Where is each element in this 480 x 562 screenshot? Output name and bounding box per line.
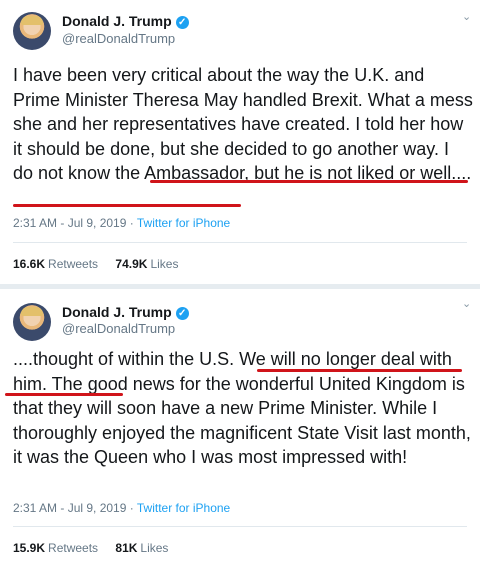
tweet-text: ....thought of within the U.S. We will n… (13, 349, 471, 467)
likes-stat[interactable]: 81K Likes (115, 541, 168, 555)
retweets-label: Retweets (48, 541, 99, 555)
author-name[interactable]: Donald J. Trump (62, 13, 172, 29)
timestamp[interactable]: 2:31 AM - Jul 9, 2019 · (13, 501, 137, 515)
retweets-label: Retweets (48, 257, 99, 271)
retweets-count: 15.9K (13, 541, 46, 555)
tweet-stats: 16.6K Retweets 74.9K Likes (13, 257, 192, 271)
tweet-stats: 15.9K Retweets 81K Likes (13, 541, 182, 555)
divider (13, 242, 467, 243)
verified-badge-icon: ✓ (175, 307, 189, 320)
red-underline (257, 369, 462, 372)
likes-stat[interactable]: 74.9K Likes (115, 257, 178, 271)
avatar[interactable] (13, 303, 51, 341)
tweet-2: Donald J. Trump ✓ @realDonaldTrump ⌄ ....… (0, 287, 480, 562)
author-handle[interactable]: @realDonaldTrump (62, 31, 175, 46)
verified-badge-icon: ✓ (175, 16, 189, 29)
author-name[interactable]: Donald J. Trump (62, 304, 172, 320)
retweets-stat[interactable]: 16.6K Retweets (13, 257, 98, 271)
tweet-1: Donald J. Trump ✓ @realDonaldTrump ⌄ I ha… (0, 0, 480, 285)
timestamp[interactable]: 2:31 AM - Jul 9, 2019 · (13, 216, 137, 230)
likes-count: 74.9K (115, 257, 148, 271)
likes-label: Likes (150, 257, 179, 271)
chevron-down-icon[interactable]: ⌄ (462, 10, 471, 23)
divider (13, 526, 467, 527)
avatar[interactable] (13, 12, 51, 50)
source-link[interactable]: Twitter for iPhone (137, 501, 230, 515)
retweets-stat[interactable]: 15.9K Retweets (13, 541, 98, 555)
retweets-count: 16.6K (13, 257, 46, 271)
chevron-down-icon[interactable]: ⌄ (462, 297, 471, 310)
likes-count: 81K (115, 541, 138, 555)
tweet-meta: 2:31 AM - Jul 9, 2019 · Twitter for iPho… (13, 501, 230, 515)
red-underline (5, 393, 123, 396)
likes-label: Likes (140, 541, 169, 555)
author-handle[interactable]: @realDonaldTrump (62, 321, 175, 336)
red-underline (150, 180, 468, 183)
tweet-text: I have been very critical about the way … (13, 65, 473, 183)
red-underline (13, 204, 241, 207)
source-link[interactable]: Twitter for iPhone (137, 216, 230, 230)
tweet-meta: 2:31 AM - Jul 9, 2019 · Twitter for iPho… (13, 216, 230, 230)
